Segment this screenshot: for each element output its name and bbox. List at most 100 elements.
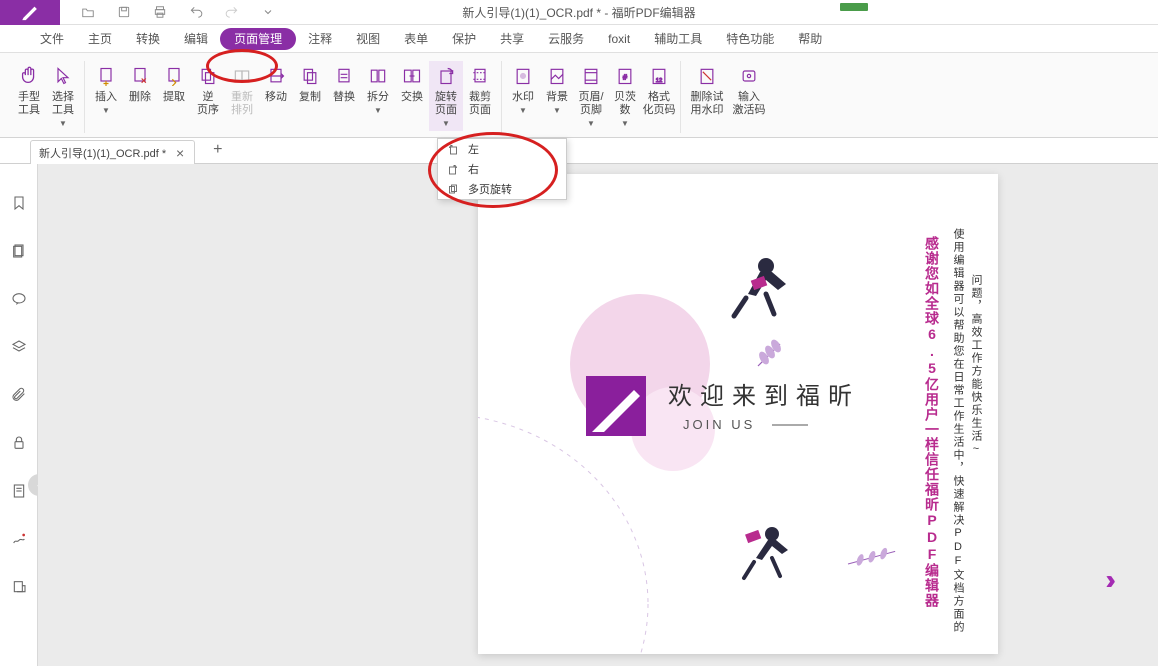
menu-bar: 文件 主页 转换 编辑 页面管理 注释 视图 表单 保护 共享 云服务 foxi… — [0, 25, 1158, 53]
remove-watermark-icon — [696, 65, 718, 87]
chevron-down-icon: ▼ — [553, 106, 561, 115]
header-footer-icon — [580, 65, 602, 87]
tool-reverse[interactable]: 逆页序 — [191, 61, 225, 131]
duplicate-icon — [299, 65, 321, 87]
share-panel-icon[interactable] — [10, 578, 28, 596]
page-extract-icon — [163, 65, 185, 87]
undo-icon[interactable] — [188, 4, 204, 20]
app-logo[interactable] — [0, 0, 60, 25]
reverse-icon — [197, 65, 219, 87]
chevron-down-icon: ▼ — [519, 106, 527, 115]
open-icon[interactable] — [80, 4, 96, 20]
side-panel — [0, 164, 38, 666]
new-tab-button[interactable]: + — [213, 141, 222, 159]
tool-header-footer[interactable]: 页眉/页脚▼ — [574, 61, 608, 131]
tool-background[interactable]: 背景▼ — [540, 61, 574, 131]
pdf-page: 欢迎来到福昕 JOIN US — [478, 174, 998, 654]
menu-special[interactable]: 特色功能 — [714, 25, 786, 53]
next-page-icon[interactable]: ›› — [1105, 564, 1108, 596]
tool-activation-code[interactable]: 输入激活码 — [729, 61, 769, 131]
security-icon[interactable] — [10, 434, 28, 452]
signature-icon[interactable] — [10, 530, 28, 548]
tool-delete[interactable]: 删除 — [123, 61, 157, 131]
menu-home[interactable]: 主页 — [76, 25, 124, 53]
tool-crop[interactable]: 裁剪页面 — [463, 61, 497, 131]
close-icon[interactable]: × — [174, 147, 186, 159]
rotate-dropdown: 左 右 多页旋转 — [437, 138, 567, 200]
move-icon — [265, 65, 287, 87]
menu-form[interactable]: 表单 — [392, 25, 440, 53]
replace-icon — [333, 65, 355, 87]
menu-edit[interactable]: 编辑 — [172, 25, 220, 53]
tool-insert[interactable]: 插入▼ — [89, 61, 123, 131]
layers-icon[interactable] — [10, 338, 28, 356]
ribbon-toolbar: 手型工具 选择工具▼ 插入▼ 删除 提取 逆页序 重新排列 移动 复制 替换 拆… — [0, 53, 1158, 138]
menu-convert[interactable]: 转换 — [124, 25, 172, 53]
rotate-icon — [435, 65, 457, 87]
rotate-right-item[interactable]: 右 — [438, 159, 566, 179]
menu-page-management[interactable]: 页面管理 — [220, 28, 296, 50]
chevron-down-icon: ▼ — [442, 119, 450, 128]
bookmark-icon[interactable] — [10, 194, 28, 212]
document-tab[interactable]: 新人引导(1)(1)_OCR.pdf * × — [30, 140, 195, 164]
tool-rotate[interactable]: 旋转页面▼ — [429, 61, 463, 131]
tool-reorder[interactable]: 重新排列 — [225, 61, 259, 131]
split-icon — [367, 65, 389, 87]
status-indicator — [840, 3, 868, 11]
tool-format-pagenum[interactable]: 12格式化页码 — [642, 61, 676, 131]
document-tab-strip: 新人引导(1)(1)_OCR.pdf * × + — [0, 138, 1158, 164]
chevron-down-icon: ▼ — [587, 119, 595, 128]
tool-select[interactable]: 选择工具▼ — [46, 61, 80, 131]
menu-assist[interactable]: 辅助工具 — [642, 25, 714, 53]
menu-comment[interactable]: 注释 — [296, 25, 344, 53]
chevron-down-icon: ▼ — [374, 106, 382, 115]
menu-share[interactable]: 共享 — [488, 25, 536, 53]
chevron-down-icon: ▼ — [59, 119, 67, 128]
document-canvas[interactable]: 欢迎来到福昕 JOIN US — [38, 164, 1158, 666]
page-insert-icon — [95, 65, 117, 87]
watermark-icon — [512, 65, 534, 87]
menu-protect[interactable]: 保护 — [440, 25, 488, 53]
svg-text:12: 12 — [656, 78, 662, 84]
page-delete-icon — [129, 65, 151, 87]
menu-help[interactable]: 帮助 — [786, 25, 834, 53]
tool-replace[interactable]: 替换 — [327, 61, 361, 131]
more-icon[interactable] — [260, 4, 276, 20]
tool-split[interactable]: 拆分▼ — [361, 61, 395, 131]
redo-icon[interactable] — [224, 4, 240, 20]
cursor-icon — [52, 65, 74, 87]
quick-access-toolbar — [60, 4, 276, 20]
tool-swap[interactable]: 交换 — [395, 61, 429, 131]
doc-thanks-text: 感谢您如全球6.5亿用户一样信任福昕PDF编辑器 — [922, 236, 942, 608]
doc-desc-text-1: 使用编辑器可以帮助您在日常工作生活中，快速解决PDF文档方面的 — [950, 228, 966, 634]
menu-view[interactable]: 视图 — [344, 25, 392, 53]
title-bar: 新人引导(1)(1)_OCR.pdf * - 福昕PDF编辑器 — [0, 0, 1158, 25]
tool-move[interactable]: 移动 — [259, 61, 293, 131]
rotate-multi-item[interactable]: 多页旋转 — [438, 179, 566, 199]
pages-icon[interactable] — [10, 242, 28, 260]
tool-remove-trial-wm[interactable]: 删除试用水印 — [685, 61, 729, 131]
tool-hand[interactable]: 手型工具 — [12, 61, 46, 131]
crop-icon — [469, 65, 491, 87]
rotate-left-icon — [446, 142, 460, 156]
print-icon[interactable] — [152, 4, 168, 20]
attachment-icon[interactable] — [10, 386, 28, 404]
menu-cloud[interactable]: 云服务 — [536, 25, 596, 53]
welcome-text: 欢迎来到福昕 — [668, 383, 860, 410]
form-icon[interactable] — [10, 482, 28, 500]
tool-bates[interactable]: #贝茨数▼ — [608, 61, 642, 131]
save-icon[interactable] — [116, 4, 132, 20]
menu-foxit[interactable]: foxit — [596, 25, 642, 53]
rotate-right-icon — [446, 162, 460, 176]
chevron-down-icon: ▼ — [102, 106, 110, 115]
tool-watermark[interactable]: 水印▼ — [506, 61, 540, 131]
workspace: ‹ — [0, 164, 1158, 666]
svg-text:#: # — [623, 72, 628, 81]
tool-extract[interactable]: 提取 — [157, 61, 191, 131]
rotate-left-item[interactable]: 左 — [438, 139, 566, 159]
comment-icon[interactable] — [10, 290, 28, 308]
background-icon — [546, 65, 568, 87]
tool-dup[interactable]: 复制 — [293, 61, 327, 131]
menu-file[interactable]: 文件 — [28, 25, 76, 53]
reorder-icon — [231, 65, 253, 87]
